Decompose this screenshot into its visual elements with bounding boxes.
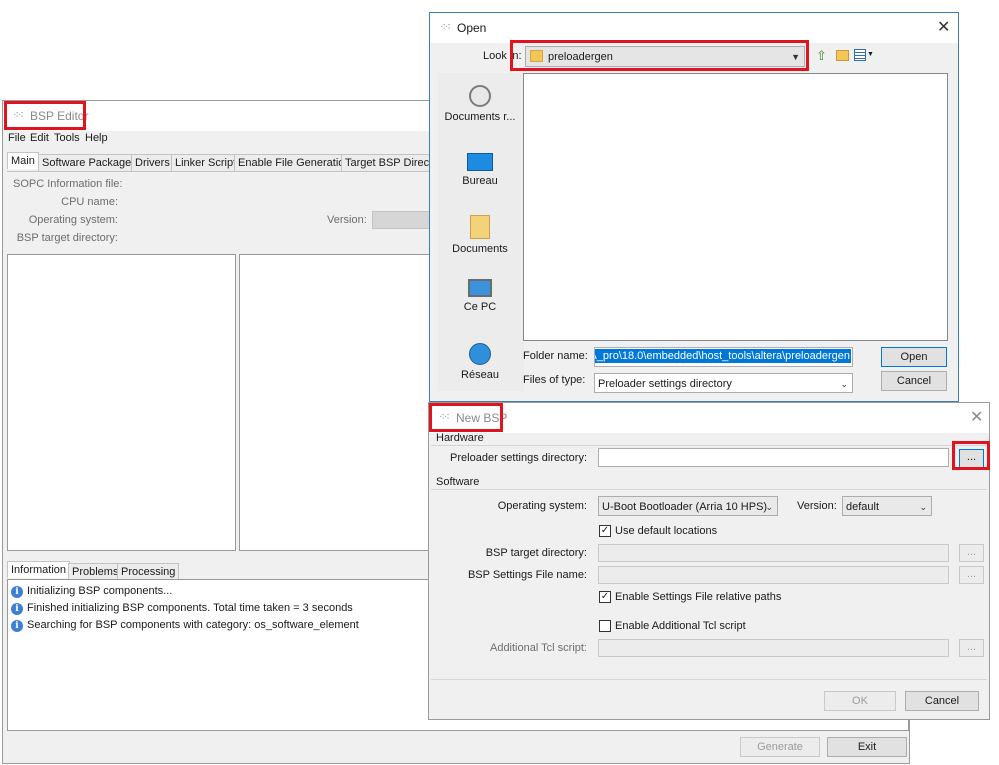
bsp-target-label: BSP target directory: bbox=[485, 547, 587, 559]
folder-name-value: FPGA_pro\18.0\embedded\host_tools\altera… bbox=[595, 349, 851, 363]
enable-relative-checkbox[interactable]: ✓ bbox=[599, 591, 611, 603]
place-this-pc[interactable]: Ce PC bbox=[439, 279, 521, 313]
highlight-bsp-editor-title bbox=[4, 101, 86, 130]
enable-relative-label: Enable Settings File relative paths bbox=[615, 591, 782, 603]
close-icon[interactable]: ✕ bbox=[937, 17, 950, 37]
version-label: Version: bbox=[327, 214, 367, 226]
network-globe-icon bbox=[469, 343, 491, 365]
chevron-down-icon: ⌄ bbox=[840, 379, 848, 389]
os-combo[interactable]: U-Boot Bootloader (Arria 10 HPS) ⌄ bbox=[598, 496, 778, 516]
hardware-section-label: Hardware bbox=[436, 432, 484, 444]
ok-button[interactable]: OK bbox=[824, 691, 896, 711]
folder-name-label: Folder name: bbox=[523, 350, 588, 362]
sopc-label: SOPC Information file: bbox=[13, 178, 123, 190]
highlight-browse-button bbox=[952, 441, 990, 470]
view-menu-chevron-icon[interactable]: ▼ bbox=[867, 51, 874, 58]
new-folder-icon[interactable] bbox=[836, 50, 849, 61]
version-combo[interactable]: default ⌄ bbox=[842, 496, 932, 516]
log-line: Finished initializing BSP components. To… bbox=[27, 602, 353, 614]
file-list[interactable] bbox=[523, 73, 948, 341]
open-title: Open bbox=[457, 21, 487, 35]
files-of-type-combo[interactable]: Preloader settings directory ⌄ bbox=[594, 373, 853, 393]
info-icon: i bbox=[11, 603, 23, 615]
software-section-label: Software bbox=[436, 476, 480, 488]
highlight-look-in bbox=[510, 40, 809, 71]
menu-edit[interactable]: Edit bbox=[30, 132, 49, 144]
generate-button[interactable]: Generate bbox=[740, 737, 820, 757]
place-recent-documents[interactable]: Documents r... bbox=[439, 85, 521, 123]
new-bsp-titlebar[interactable] bbox=[429, 403, 989, 433]
folder-name-field[interactable]: FPGA_pro\18.0\embedded\host_tools\altera… bbox=[594, 347, 853, 367]
open-button[interactable]: Open bbox=[881, 347, 947, 367]
additional-tcl-browse-button: ... bbox=[959, 639, 984, 657]
app-icon: ⁖⁖ bbox=[440, 22, 451, 33]
tree-pane[interactable] bbox=[7, 254, 236, 551]
tab-software-packages[interactable]: Software Packages bbox=[38, 154, 141, 171]
software-divider bbox=[431, 489, 987, 490]
bsp-target-browse-button: ... bbox=[959, 544, 984, 562]
view-list-icon[interactable] bbox=[854, 49, 866, 61]
open-titlebar[interactable] bbox=[430, 13, 958, 43]
enable-tcl-label: Enable Additional Tcl script bbox=[615, 620, 746, 632]
info-icon: i bbox=[11, 586, 23, 598]
tab-information[interactable]: Information bbox=[7, 561, 71, 578]
use-default-label: Use default locations bbox=[615, 525, 718, 537]
enable-tcl-checkbox[interactable] bbox=[599, 620, 611, 632]
new-bsp-cancel-button[interactable]: Cancel bbox=[905, 691, 979, 711]
chevron-down-icon: ⌄ bbox=[765, 502, 773, 512]
chevron-down-icon: ⌄ bbox=[919, 502, 927, 512]
files-of-type-label: Files of type: bbox=[523, 374, 586, 386]
bsp-settings-label: BSP Settings File name: bbox=[467, 569, 587, 581]
menu-file[interactable]: File bbox=[8, 132, 26, 144]
recent-documents-icon bbox=[469, 85, 491, 107]
tab-enable-file-generation[interactable]: Enable File Generation bbox=[234, 154, 355, 171]
tab-problems[interactable]: Problems bbox=[68, 563, 123, 580]
tab-main[interactable]: Main bbox=[7, 152, 39, 169]
use-default-checkbox[interactable]: ✓ bbox=[599, 525, 611, 537]
tab-linker-script[interactable]: Linker Script bbox=[171, 154, 241, 171]
cpu-label: CPU name: bbox=[61, 196, 118, 208]
place-network[interactable]: Réseau bbox=[439, 343, 521, 381]
bsp-settings-browse-button: ... bbox=[959, 566, 984, 584]
bsp-dir-label: BSP target directory: bbox=[16, 232, 118, 244]
os-label: Operating system: bbox=[28, 214, 118, 226]
tab-drivers[interactable]: Drivers bbox=[131, 154, 174, 171]
open-cancel-button[interactable]: Cancel bbox=[881, 371, 947, 391]
place-desktop[interactable]: Bureau bbox=[439, 153, 521, 187]
bsp-settings-field bbox=[598, 566, 949, 584]
desktop-icon bbox=[467, 153, 493, 171]
new-bsp-dialog: ⁖⁖ New BSP ✕ Hardware Preloader settings… bbox=[428, 402, 990, 720]
tab-processing[interactable]: Processing bbox=[117, 563, 180, 580]
info-icon: i bbox=[11, 620, 23, 632]
additional-tcl-label: Additional Tcl script: bbox=[489, 642, 587, 654]
menu-tools[interactable]: Tools bbox=[54, 132, 80, 144]
place-documents[interactable]: Documents bbox=[439, 215, 521, 255]
up-folder-icon[interactable]: ⇧ bbox=[816, 48, 827, 64]
hardware-divider bbox=[431, 445, 987, 446]
footer-divider bbox=[431, 679, 987, 680]
log-line: Initializing BSP components... bbox=[27, 585, 173, 597]
os-label: Operating system: bbox=[497, 500, 587, 512]
version-field bbox=[372, 211, 432, 229]
preloader-dir-label: Preloader settings directory: bbox=[450, 452, 587, 464]
highlight-new-bsp-title bbox=[429, 403, 503, 432]
log-line: Searching for BSP components with catego… bbox=[27, 619, 359, 631]
documents-icon bbox=[470, 215, 490, 239]
computer-icon bbox=[468, 279, 492, 297]
exit-button[interactable]: Exit bbox=[827, 737, 907, 757]
preloader-dir-field[interactable] bbox=[598, 448, 949, 467]
version-label: Version: bbox=[797, 500, 837, 512]
bsp-target-field bbox=[598, 544, 949, 562]
tab-target-bsp-directory[interactable]: Target BSP Director bbox=[341, 154, 431, 171]
menu-help[interactable]: Help bbox=[85, 132, 108, 144]
additional-tcl-field bbox=[598, 639, 949, 657]
close-icon[interactable]: ✕ bbox=[970, 407, 983, 427]
